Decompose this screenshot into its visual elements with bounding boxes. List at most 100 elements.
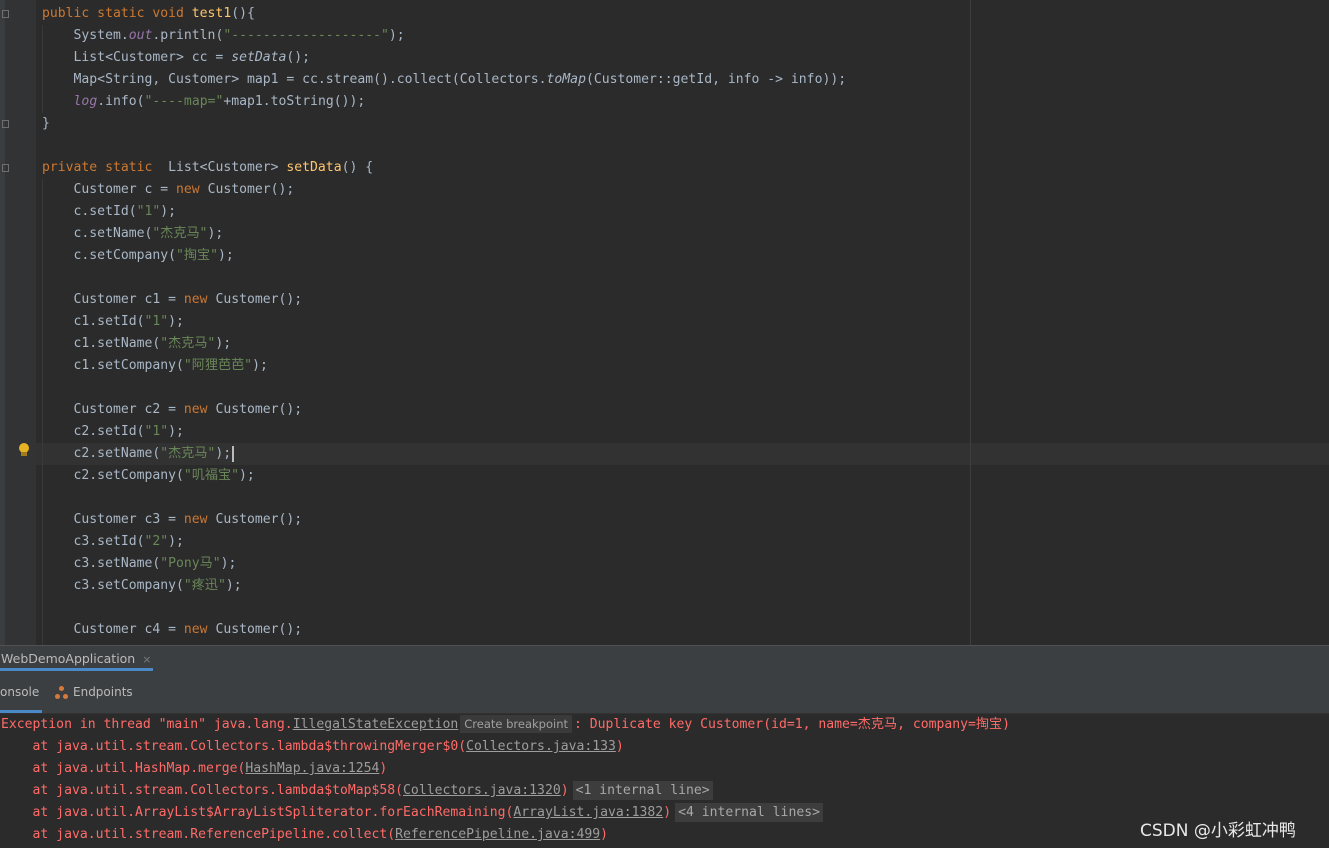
code-token: "----map=" [144,94,224,109]
code-token: (); [286,50,311,65]
code-token: at java.util.HashMap.merge( [1,761,246,776]
code-token: c.setId( [42,204,137,219]
code-token: private static [42,160,169,175]
console-line[interactable]: at java.util.stream.Collectors.lambda$to… [1,780,1010,802]
code-token: at java.util.stream.Collectors.lambda$th… [1,739,467,754]
code-token: ) [379,761,388,776]
console-line[interactable]: Exception in thread "main" java.lang.Ill… [1,714,1010,736]
code-token: new [183,402,216,417]
code-token: at java.util.stream.Collectors.lambda$to… [1,783,404,798]
console-line[interactable]: at java.util.stream.Collectors.lambda$th… [1,736,1010,758]
tab-console[interactable]: onsole [0,671,39,713]
code-line[interactable]: public static void test1(){ [42,3,846,25]
console-output[interactable]: Exception in thread "main" java.lang.Ill… [0,714,1329,848]
source-link[interactable]: ReferencePipeline.java:499 [395,827,600,842]
code-line[interactable]: c1.setCompany("阿狸芭芭"); [42,355,846,377]
code-token: toMap [546,72,586,87]
tab-console-label: onsole [0,685,40,699]
tab-endpoints[interactable]: Endpoints [55,671,133,713]
create-breakpoint-chip[interactable]: Create breakpoint [460,715,572,733]
code-token: ); [215,446,232,461]
code-line[interactable]: c.setCompany("掏宝"); [42,245,846,267]
code-line[interactable]: Customer c3 = new Customer(); [42,509,846,531]
code-editor[interactable]: public static void test1(){ System.out.p… [0,0,1329,645]
console-text[interactable]: Exception in thread "main" java.lang.Ill… [1,714,1010,846]
code-line[interactable]: c1.setId("1"); [42,311,846,333]
code-token: System. [42,28,129,43]
code-line[interactable]: c.setId("1"); [42,201,846,223]
code-line[interactable]: c2.setCompany("叽福宝"); [42,465,846,487]
console-line[interactable]: at java.util.stream.ReferencePipeline.co… [1,824,1010,846]
code-line[interactable] [42,135,846,157]
code-token: "叽福宝" [183,468,239,483]
code-line[interactable] [42,597,846,619]
code-token: Customer(); [215,292,303,307]
code-token: "Pony马" [160,556,221,571]
code-token: ); [168,314,184,329]
source-link[interactable]: ArrayList.java:1382 [513,805,663,820]
internal-lines-fold[interactable]: <1 internal line> [572,781,713,800]
run-tab-label: WebDemoApplication [1,651,136,666]
code-token: out [128,28,153,43]
code-token: setData [231,50,287,65]
code-token: ); [238,468,255,483]
code-token: ); [220,556,237,571]
close-icon[interactable]: × [142,653,151,666]
source-link[interactable]: IllegalStateException [293,717,459,732]
code-token: Customer c1 = [42,292,184,307]
code-token: ); [168,534,184,549]
source-link[interactable]: HashMap.java:1254 [245,761,379,776]
code-token: ) [615,739,624,754]
code-token: ) [600,827,609,842]
code-token: (){ [231,6,255,21]
code-token: Customer c2 = [42,402,184,417]
source-link[interactable]: Collectors.java:133 [466,739,616,754]
code-line[interactable]: Map<String, Customer> map1 = cc.stream()… [42,69,847,91]
console-line[interactable]: at java.util.ArrayList$ArrayListSplitera… [1,802,1010,824]
code-line[interactable] [42,377,846,399]
code-token: setData [286,160,342,175]
code-line[interactable]: c3.setName("Pony马"); [42,553,846,575]
fold-icon[interactable] [2,164,9,172]
code-token: c.setName( [42,226,153,241]
internal-lines-fold[interactable]: <4 internal lines> [675,803,823,822]
code-token: Customer c3 = [42,512,184,527]
code-token: Customer(); [215,402,303,417]
code-token: "1" [144,424,169,439]
code-line[interactable]: Customer c = new Customer(); [42,179,846,201]
code-line[interactable]: Customer c1 = new Customer(); [42,289,846,311]
code-line[interactable]: c2.setId("1"); [42,421,846,443]
fold-icon[interactable] [2,10,9,18]
code-line[interactable]: c1.setName("杰克马"); [42,333,846,355]
code-token: .println( [152,28,224,43]
code-token: .info( [97,94,145,109]
code-line[interactable]: c2.setName("杰克马"); [42,443,846,465]
code-token: c3.setCompany( [42,578,184,593]
code-line[interactable]: log.info("----map="+map1.toString()); [42,91,846,113]
code-token: : Duplicate key Customer(id=1, name=杰克马,… [574,717,1010,732]
console-line[interactable]: at java.util.HashMap.merge(HashMap.java:… [1,758,1010,780]
fold-icon[interactable] [2,120,9,128]
code-text[interactable]: public static void test1(){ System.out.p… [42,3,846,641]
code-line[interactable]: } [42,113,846,135]
code-line[interactable]: c3.setId("2"); [42,531,846,553]
code-line[interactable]: Customer c4 = new Customer(); [42,619,846,641]
code-token: ); [388,28,405,43]
active-subtab-indicator [0,710,42,713]
code-line[interactable]: private static List<Customer> setData() … [42,157,846,179]
code-token: Map<String, Customer> map1 = cc.stream()… [42,72,547,87]
code-line[interactable] [42,267,846,289]
code-line[interactable]: c.setName("杰克马"); [42,223,846,245]
code-token: "1" [144,314,169,329]
editor-gutter[interactable] [0,0,36,645]
code-line[interactable] [42,487,846,509]
code-line[interactable]: List<Customer> cc = setData(); [42,47,846,69]
lightbulb-icon[interactable] [18,443,30,457]
code-token: Customer(); [207,182,295,197]
code-line[interactable]: c3.setCompany("疼迅"); [42,575,846,597]
code-line[interactable]: System.out.println("-------------------"… [42,25,846,47]
source-link[interactable]: Collectors.java:1320 [403,783,561,798]
code-line[interactable]: Customer c2 = new Customer(); [42,399,846,421]
code-token: ) [560,783,569,798]
